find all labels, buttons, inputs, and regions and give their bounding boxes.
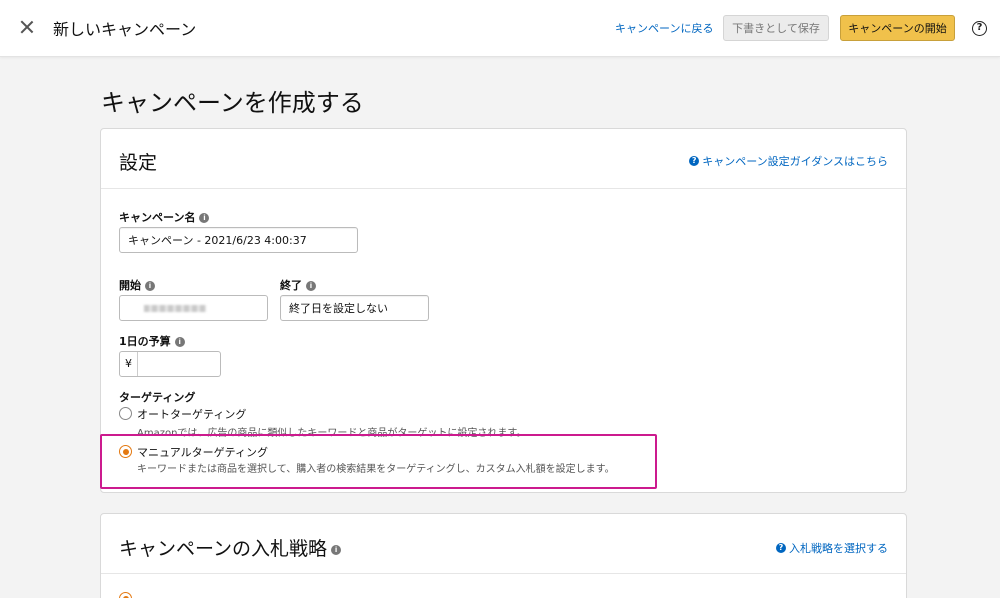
info-icon[interactable]: i: [174, 337, 185, 347]
choose-bidding-strategy-link[interactable]: ? 入札戦略を選択する: [776, 540, 888, 556]
bidding-card-header: キャンペーンの入札戦略 i ? 入札戦略を選択する: [101, 514, 906, 574]
settings-guide-link[interactable]: ? キャンペーン設定ガイダンスはこちら: [689, 153, 888, 169]
top-bar: 新しいキャンペーン キャンペーンに戻る 下書きとして保存 キャンペーンの開始 ?: [0, 0, 1000, 57]
info-icon[interactable]: i: [145, 281, 155, 291]
end-date-label-text: 終了: [280, 279, 302, 292]
end-date-label: 終了 i: [280, 277, 316, 293]
campaign-name-input[interactable]: [119, 227, 358, 253]
question-circle-icon: ?: [776, 543, 786, 553]
campaign-name-label-text: キャンペーン名: [119, 211, 196, 224]
bidding-strategy-title: キャンペーンの入札戦略 i: [119, 534, 342, 561]
help-icon[interactable]: ?: [972, 21, 987, 36]
daily-budget-label-text: 1日の予算: [119, 335, 171, 348]
start-date-label-text: 開始: [119, 279, 141, 292]
campaign-name-label: キャンペーン名 i: [119, 209, 210, 225]
start-campaign-button[interactable]: キャンペーンの開始: [840, 15, 955, 41]
bidding-option-radio[interactable]: [119, 592, 132, 598]
info-icon[interactable]: i: [306, 281, 316, 291]
auto-targeting-label[interactable]: オートターゲティング: [137, 406, 246, 422]
end-date-input[interactable]: [280, 295, 429, 321]
question-circle-icon: ?: [689, 156, 700, 166]
auto-targeting-radio[interactable]: [119, 407, 132, 420]
close-icon[interactable]: [17, 17, 37, 37]
save-draft-button[interactable]: 下書きとして保存: [723, 15, 829, 41]
bidding-strategy-title-text: キャンペーンの入札戦略: [119, 538, 328, 560]
daily-budget-input[interactable]: ¥: [119, 351, 221, 377]
back-to-campaigns-link[interactable]: キャンペーンに戻る: [615, 20, 713, 36]
manual-targeting-highlight: [100, 434, 657, 489]
info-icon[interactable]: i: [199, 213, 210, 223]
campaign-header-title: 新しいキャンペーン: [53, 20, 197, 39]
bidding-strategy-card: キャンペーンの入札戦略 i ? 入札戦略を選択する: [100, 513, 907, 598]
page-title: キャンペーンを作成する: [101, 89, 364, 117]
info-icon[interactable]: i: [331, 544, 342, 555]
currency-symbol: ¥: [120, 352, 138, 376]
settings-title: 設定: [119, 152, 158, 174]
targeting-label: ターゲティング: [119, 391, 196, 404]
choose-bidding-strategy-link-label: 入札戦略を選択する: [789, 542, 888, 555]
start-date-label: 開始 i: [119, 277, 155, 293]
blurred-start-date: [144, 305, 206, 312]
daily-budget-label: 1日の予算 i: [119, 333, 185, 349]
settings-guide-link-label: キャンペーン設定ガイダンスはこちら: [702, 155, 888, 168]
start-date-input[interactable]: [119, 295, 268, 321]
settings-card-header: 設定 ? キャンペーン設定ガイダンスはこちら: [101, 129, 906, 189]
